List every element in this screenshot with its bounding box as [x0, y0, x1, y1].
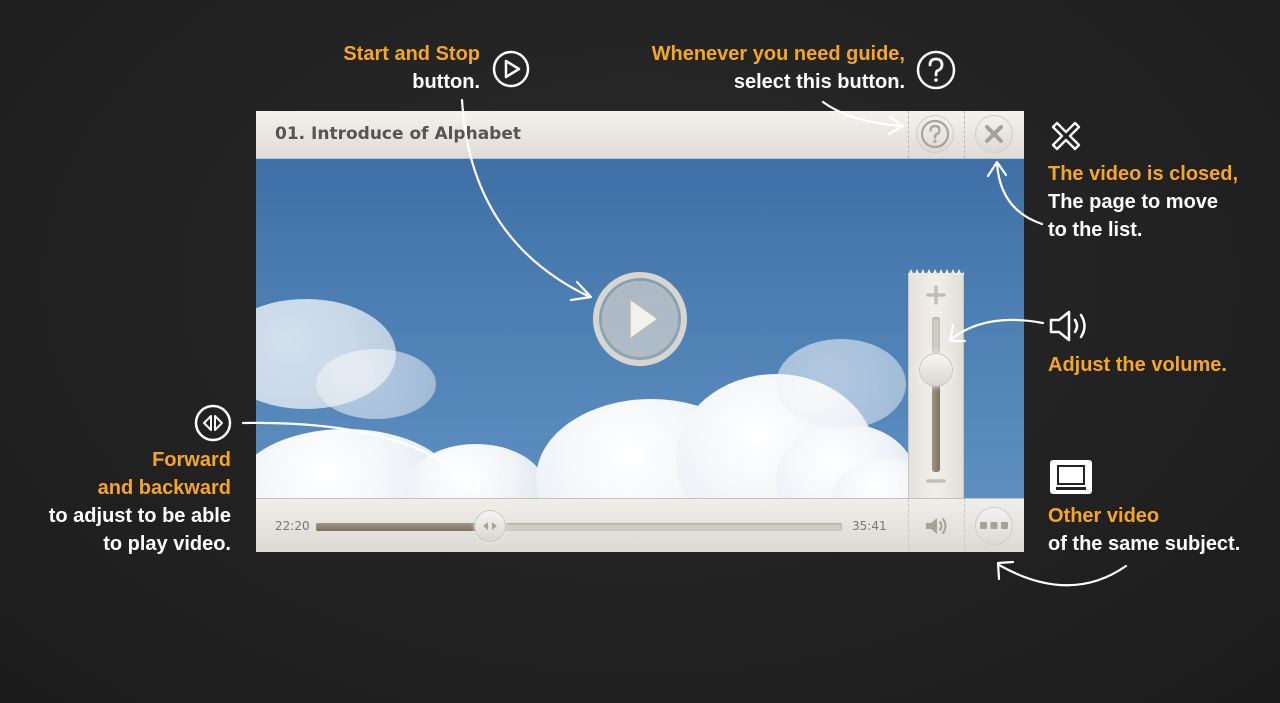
- title-divider-1: [908, 111, 909, 158]
- volume-slider[interactable]: [920, 317, 952, 472]
- total-time: 35:41: [852, 519, 887, 533]
- control-divider-2: [964, 499, 965, 552]
- seek-outline-icon: [194, 404, 232, 442]
- seek-annotation-title2: and backward: [97, 477, 231, 499]
- list-outline-icon: [1050, 460, 1092, 494]
- video-player: 01. Introduce of Alphabet 22:20 35:41: [256, 111, 1024, 552]
- volume-handle[interactable]: [920, 353, 952, 386]
- title-bar: 01. Introduce of Alphabet: [256, 111, 1024, 159]
- seek-annotation: Forward and backward to adjust to be abl…: [12, 446, 231, 558]
- guide-annotation: Whenever you need guide, select this but…: [560, 40, 905, 96]
- close-annotation: The video is closed, The page to move to…: [1048, 160, 1273, 244]
- other-videos-button[interactable]: [975, 507, 1013, 545]
- guide-annotation-desc: select this button.: [733, 71, 905, 93]
- seek-bar[interactable]: [316, 511, 842, 541]
- cloud: [316, 349, 436, 419]
- other-annotation-desc: of the same subject.: [1048, 533, 1241, 555]
- control-bar: 22:20 35:41: [256, 498, 1024, 552]
- seek-annotation-desc1: to adjust to be able: [48, 505, 231, 527]
- speaker-icon[interactable]: [924, 516, 948, 536]
- more-icon: [980, 522, 1008, 529]
- seek-annotation-desc2: to play video.: [103, 533, 231, 555]
- arrow-to-other: [997, 563, 1128, 587]
- other-annotation: Other video of the same subject.: [1048, 502, 1273, 558]
- other-annotation-title: Other video: [1048, 505, 1160, 527]
- close-icon: [985, 125, 1003, 143]
- speaker-outline-icon: [1049, 310, 1086, 342]
- guide-annotation-title: Whenever you need guide,: [651, 43, 905, 65]
- seek-progress-fill: [316, 523, 490, 531]
- seek-icon: [482, 522, 497, 530]
- volume-annotation-title: Adjust the volume.: [1048, 354, 1227, 376]
- play-annotation-desc: button.: [412, 71, 480, 93]
- seek-handle[interactable]: [474, 511, 505, 541]
- close-annotation-desc1: The page to move: [1048, 191, 1219, 213]
- play-annotation: Start and Stop button.: [280, 40, 480, 96]
- help-button[interactable]: [916, 115, 954, 153]
- seek-annotation-title1: Forward: [152, 449, 231, 471]
- close-button[interactable]: [975, 115, 1013, 153]
- title-divider-2: [964, 111, 965, 158]
- control-divider-1: [908, 499, 909, 552]
- video-title: 01. Introduce of Alphabet: [275, 124, 521, 144]
- arrow-to-other-head: [996, 560, 1015, 581]
- volume-annotation: Adjust the volume.: [1048, 351, 1273, 379]
- close-annotation-desc2: to the list.: [1048, 219, 1143, 241]
- play-button[interactable]: [592, 271, 688, 367]
- zigzag-edge: [908, 269, 964, 275]
- cloud: [776, 339, 906, 429]
- play-annotation-title: Start and Stop: [343, 43, 480, 65]
- play-outline-icon: [492, 50, 530, 88]
- close-annotation-title: The video is closed,: [1048, 163, 1239, 185]
- help-icon: [920, 119, 950, 149]
- help-outline-icon: [916, 50, 956, 90]
- current-time: 22:20: [275, 519, 310, 533]
- volume-down-icon[interactable]: [926, 475, 946, 487]
- volume-panel: [908, 269, 964, 499]
- close-outline-icon: [1051, 121, 1081, 151]
- volume-up-icon[interactable]: [926, 285, 946, 305]
